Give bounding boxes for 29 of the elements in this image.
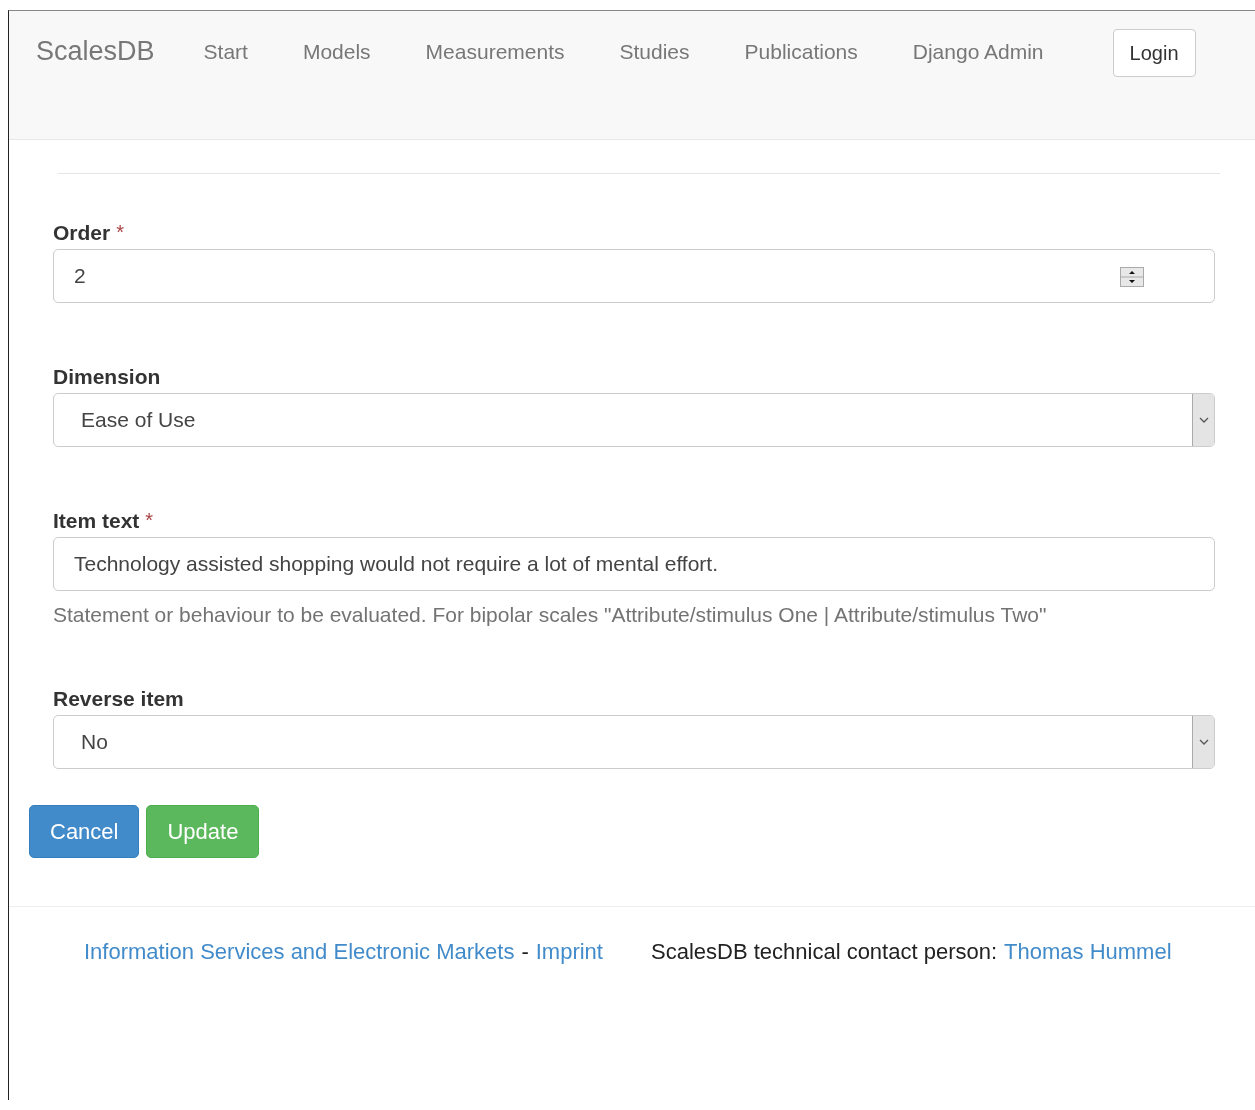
help-text: Statement or behaviour to be evaluated. For bipolar scales "Attribute/stimulus One | Attribute/stimulus Two" (53, 603, 1048, 627)
footer-text: ScalesDB technical contact person: (651, 939, 998, 965)
nav-link[interactable]: Start (203, 40, 248, 64)
chevron-down-icon (1198, 417, 1209, 423)
cancel-button[interactable]: Cancel (29, 805, 140, 858)
nav-link[interactable]: Django Admin (912, 40, 1044, 64)
field-label: Item text (53, 509, 140, 533)
select-field[interactable]: No (53, 715, 1215, 769)
text-field[interactable]: Technology assisted shopping would not require a lot of mental effort. (53, 537, 1215, 591)
select-field[interactable]: Ease of Use (53, 393, 1215, 447)
spinner-icon[interactable] (1120, 267, 1144, 287)
nav-link[interactable]: Publications (744, 40, 858, 64)
field-label: Order (53, 221, 111, 245)
required-mark: * (145, 509, 154, 533)
footer-link[interactable]: Information Services and Electronic Markets (84, 939, 515, 965)
brand-link[interactable]: ScalesDB (36, 36, 155, 67)
field-label: Dimension (53, 365, 161, 389)
nav-link[interactable]: Measurements (425, 40, 565, 64)
update-button[interactable]: Update (146, 805, 260, 858)
nav-link[interactable]: Models (302, 40, 371, 64)
footer-link[interactable]: Thomas Hummel (1004, 939, 1172, 965)
number-field[interactable]: 2 (53, 249, 1215, 303)
required-mark: * (116, 221, 124, 245)
footer-link[interactable]: Imprint (535, 939, 603, 965)
login-button[interactable]: Login (1112, 29, 1196, 77)
nav-link[interactable]: Studies (619, 40, 690, 64)
footer-separator: - (521, 939, 529, 965)
field-label: Reverse item (53, 687, 184, 711)
chevron-down-icon (1198, 739, 1209, 745)
